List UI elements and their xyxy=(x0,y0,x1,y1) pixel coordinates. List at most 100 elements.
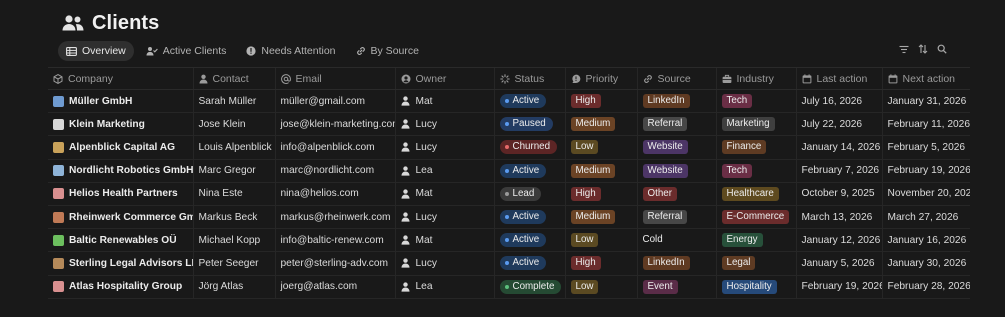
cell-last-action[interactable]: March 13, 2026 xyxy=(795,205,882,230)
cell-next-action[interactable]: January 31, 2026 xyxy=(881,89,970,114)
cell-industry[interactable]: Hospitality xyxy=(715,275,796,299)
search-icon[interactable] xyxy=(937,44,947,54)
tab-active-clients[interactable]: Active Clients xyxy=(138,41,235,61)
cell-status[interactable]: Active xyxy=(493,228,565,253)
cell-source[interactable]: LinkedIn xyxy=(636,89,716,114)
cell-source[interactable]: Event xyxy=(636,275,716,299)
column-header-priority[interactable]: Priority xyxy=(564,67,637,90)
cell-next-action[interactable]: January 30, 2026 xyxy=(881,251,970,276)
cell-email[interactable]: joerg@atlas.com xyxy=(274,275,395,299)
cell-contact[interactable]: Jörg Atlas xyxy=(192,275,275,299)
cell-owner[interactable]: Lucy xyxy=(394,112,494,137)
cell-priority[interactable]: Medium xyxy=(564,112,637,137)
cell-last-action[interactable]: January 14, 2026 xyxy=(795,135,882,160)
cell-owner[interactable]: Mat xyxy=(394,89,494,114)
cell-source[interactable]: Cold xyxy=(636,228,716,253)
table-row[interactable]: Klein Marketing Jose Klein jose@klein-mark… xyxy=(48,112,970,137)
cell-status[interactable]: Churned xyxy=(493,135,565,160)
cell-source[interactable]: Other xyxy=(636,182,716,206)
cell-owner[interactable]: Lucy xyxy=(394,205,494,230)
cell-last-action[interactable]: July 16, 2026 xyxy=(795,89,882,114)
cell-status[interactable]: Active xyxy=(493,251,565,276)
column-header-status[interactable]: Status xyxy=(493,67,565,90)
column-header-email[interactable]: Email xyxy=(274,67,395,90)
cell-email[interactable]: marc@nordlicht.com xyxy=(274,159,395,183)
cell-priority[interactable]: Low xyxy=(564,135,637,160)
cell-industry[interactable]: Tech xyxy=(715,159,796,183)
cell-company[interactable]: Baltic Renewables OÜ xyxy=(48,228,193,253)
cell-source[interactable]: LinkedIn xyxy=(636,251,716,276)
cell-contact[interactable]: Marc Gregor xyxy=(192,159,275,183)
cell-status[interactable]: Paused xyxy=(493,112,565,137)
cell-email[interactable]: info@alpenblick.com xyxy=(274,135,395,160)
table-row[interactable]: Baltic Renewables OÜ Michael Kopp info@bal… xyxy=(48,228,970,253)
cell-company[interactable]: Rheinwerk Commerce GmbH xyxy=(48,205,193,230)
cell-company[interactable]: Helios Health Partners xyxy=(48,182,193,206)
cell-next-action[interactable]: February 28, 2026 xyxy=(881,275,970,299)
cell-industry[interactable]: Energy xyxy=(715,228,796,253)
column-header-next-action[interactable]: Next action xyxy=(881,67,970,90)
cell-priority[interactable]: Low xyxy=(564,275,637,299)
cell-contact[interactable]: Nina Este xyxy=(192,182,275,206)
cell-industry[interactable]: Finance xyxy=(715,135,796,160)
tab-by-source[interactable]: By Source xyxy=(348,41,427,61)
cell-priority[interactable]: High xyxy=(564,182,637,206)
cell-company[interactable]: Sterling Legal Advisors LLP xyxy=(48,251,193,276)
column-header-source[interactable]: Source xyxy=(636,67,716,90)
cell-source[interactable]: Referral xyxy=(636,112,716,137)
cell-email[interactable]: müller@gmail.com xyxy=(274,89,395,114)
cell-contact[interactable]: Peter Seeger xyxy=(192,251,275,276)
cell-email[interactable]: nina@helios.com xyxy=(274,182,395,206)
cell-contact[interactable]: Jose Klein xyxy=(192,112,275,137)
cell-next-action[interactable]: February 5, 2026 xyxy=(881,135,970,160)
cell-last-action[interactable]: July 22, 2026 xyxy=(795,112,882,137)
cell-priority[interactable]: Low xyxy=(564,228,637,253)
cell-status[interactable]: Complete xyxy=(493,275,565,299)
cell-next-action[interactable]: February 11, 2026 xyxy=(881,112,970,137)
cell-company[interactable]: Müller GmbH xyxy=(48,89,193,114)
sort-icon[interactable] xyxy=(918,44,928,54)
cell-contact[interactable]: Markus Beck xyxy=(192,205,275,230)
cell-industry[interactable]: Tech xyxy=(715,89,796,114)
table-row[interactable]: Rheinwerk Commerce GmbHMarkus Beckmarkus… xyxy=(48,205,970,230)
tab-needs-attention[interactable]: Needs Attention xyxy=(238,41,343,61)
column-header-owner[interactable]: Owner xyxy=(394,67,494,90)
table-row[interactable]: Nordlicht Robotics GmbH Marc Gregor marc@n… xyxy=(48,159,970,183)
cell-email[interactable]: peter@sterling-adv.com xyxy=(274,251,395,276)
cell-industry[interactable]: Healthcare xyxy=(715,182,796,206)
tab-overview[interactable]: Overview xyxy=(58,41,134,61)
cell-priority[interactable]: High xyxy=(564,251,637,276)
table-row[interactable]: Atlas Hospitality Group Jörg Atlas joerg@a… xyxy=(48,275,970,299)
cell-contact[interactable]: Louis Alpenblick xyxy=(192,135,275,160)
cell-next-action[interactable]: November 20, 2025 xyxy=(881,182,970,206)
cell-owner[interactable]: Lucy xyxy=(394,251,494,276)
cell-last-action[interactable]: January 12, 2026 xyxy=(795,228,882,253)
table-row[interactable]: Müller GmbH Sarah Müller müller@gmail.com M… xyxy=(48,89,970,114)
cell-company[interactable]: Nordlicht Robotics GmbH xyxy=(48,159,193,183)
cell-last-action[interactable]: October 9, 2025 xyxy=(795,182,882,206)
cell-next-action[interactable]: January 16, 2026 xyxy=(881,228,970,253)
column-header-contact[interactable]: Contact xyxy=(192,67,275,90)
cell-email[interactable]: markus@rheinwerk.com xyxy=(274,205,395,230)
cell-company[interactable]: Atlas Hospitality Group xyxy=(48,275,193,299)
column-header-industry[interactable]: Industry xyxy=(715,67,796,90)
cell-status[interactable]: Active xyxy=(493,89,565,114)
cell-source[interactable]: Referral xyxy=(636,205,716,230)
cell-last-action[interactable]: January 5, 2026 xyxy=(795,251,882,276)
table-row[interactable]: Alpenblick Capital AG Louis Alpenblick inf… xyxy=(48,135,970,160)
cell-next-action[interactable]: February 19, 2026 xyxy=(881,159,970,183)
column-header-company[interactable]: Company xyxy=(48,67,193,90)
cell-status[interactable]: Active xyxy=(493,205,565,230)
filter-icon[interactable] xyxy=(899,45,909,54)
cell-contact[interactable]: Michael Kopp xyxy=(192,228,275,253)
table-row[interactable]: Helios Health Partners Nina Este nina@heli… xyxy=(48,182,970,206)
cell-priority[interactable]: Medium xyxy=(564,159,637,183)
cell-owner[interactable]: Lea xyxy=(394,275,494,299)
cell-owner[interactable]: Lea xyxy=(394,159,494,183)
cell-industry[interactable]: Legal xyxy=(715,251,796,276)
cell-owner[interactable]: Mat xyxy=(394,228,494,253)
cell-status[interactable]: Lead xyxy=(493,182,565,206)
table-row[interactable]: Sterling Legal Advisors LLP Peter Seeger p… xyxy=(48,251,970,276)
cell-email[interactable]: info@baltic-renew.com xyxy=(274,228,395,253)
cell-last-action[interactable]: February 19, 2026 xyxy=(795,275,882,299)
